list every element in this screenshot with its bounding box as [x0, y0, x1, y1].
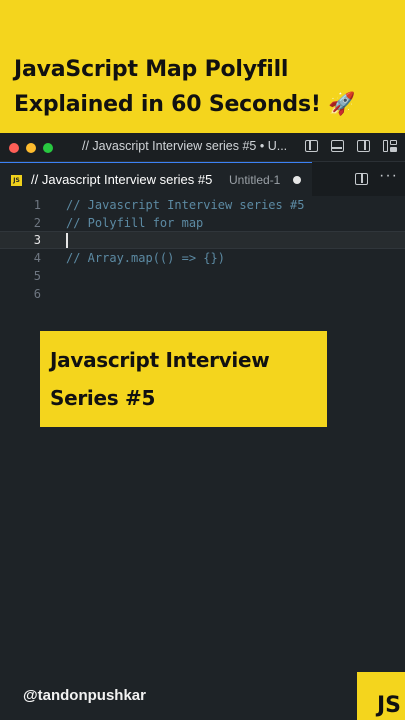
code-text[interactable]: // Polyfill for map [66, 214, 203, 232]
toggle-secondary-sidebar-icon[interactable] [357, 140, 370, 152]
editor-tab-bar: JS // Javascript Interview series #5 Unt… [0, 162, 405, 196]
split-editor-icon[interactable] [355, 173, 368, 185]
close-window-button[interactable] [9, 143, 19, 153]
code-text[interactable]: // Array.map(() => {}) [66, 249, 225, 267]
text-cursor [66, 233, 68, 248]
minimize-window-button[interactable] [26, 143, 36, 153]
line-number: 4 [33, 251, 41, 265]
window-title: // Javascript Interview series #5 • U... [82, 139, 288, 153]
series-card-line-2: Series #5 [50, 386, 156, 410]
series-card: Javascript Interview Series #5 [40, 331, 327, 427]
code-line[interactable]: 6 [0, 285, 405, 303]
title-banner: JavaScript Map Polyfill Explained in 60 … [0, 0, 405, 133]
toggle-panel-icon[interactable] [331, 140, 344, 152]
tab-label: // Javascript Interview series #5 [31, 172, 213, 187]
javascript-logo: JS [357, 672, 405, 720]
line-number: 2 [33, 216, 41, 230]
video-title-line-1: JavaScript Map Polyfill [14, 57, 289, 82]
javascript-logo-text: JS [376, 693, 401, 718]
tab-untitled-1[interactable]: JS // Javascript Interview series #5 Unt… [0, 162, 312, 196]
window-titlebar: // Javascript Interview series #5 • U... [0, 133, 405, 162]
video-title: JavaScript Map Polyfill Explained in 60 … [14, 52, 399, 122]
series-card-line-1: Javascript Interview [50, 348, 270, 372]
line-number: 6 [33, 287, 41, 301]
more-actions-icon[interactable]: ··· [379, 167, 398, 185]
video-title-line-2: Explained in 60 Seconds! 🚀 [14, 92, 356, 117]
line-number: 3 [33, 233, 41, 247]
maximize-window-button[interactable] [43, 143, 53, 153]
current-code-line[interactable]: 3 [0, 231, 405, 249]
toggle-primary-sidebar-icon[interactable] [305, 140, 318, 152]
tab-description: Untitled-1 [229, 173, 281, 187]
code-line[interactable]: 2 // Polyfill for map [0, 214, 405, 232]
line-number: 1 [33, 198, 41, 212]
unsaved-dot-icon[interactable] [293, 176, 301, 184]
code-line[interactable]: 1 // Javascript Interview series #5 [0, 196, 405, 214]
customize-layout-icon[interactable] [383, 140, 397, 152]
series-card-title: Javascript Interview Series #5 [50, 341, 270, 417]
code-text[interactable]: // Javascript Interview series #5 [66, 196, 304, 214]
author-handle: @tandonpushkar [23, 687, 146, 704]
code-editor[interactable]: 1 // Javascript Interview series #5 2 //… [0, 196, 405, 720]
javascript-file-icon: JS [11, 175, 22, 186]
code-line[interactable]: 4 // Array.map(() => {}) [0, 249, 405, 267]
line-number: 5 [33, 269, 41, 283]
code-line[interactable]: 5 [0, 267, 405, 285]
